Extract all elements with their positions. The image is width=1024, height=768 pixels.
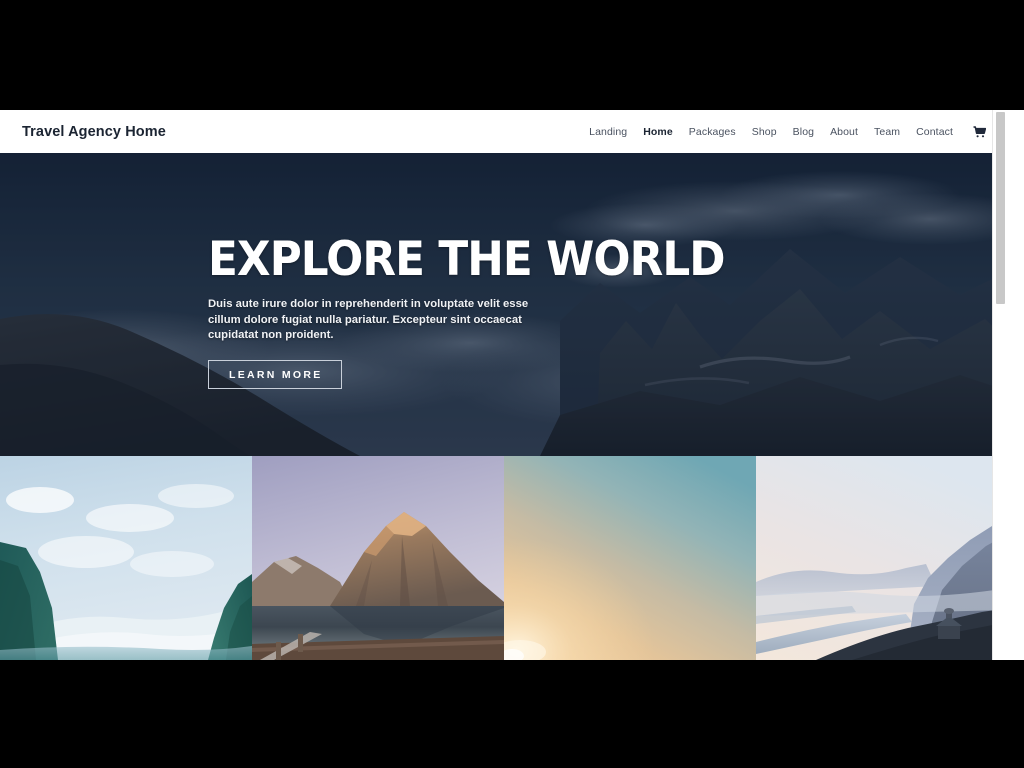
- nav-item-packages[interactable]: Packages: [689, 126, 736, 138]
- screen: Travel Agency Home Landing Home Packages…: [0, 0, 1024, 768]
- nav-item-team[interactable]: Team: [874, 126, 900, 138]
- webpage-viewport: Travel Agency Home Landing Home Packages…: [0, 110, 1024, 660]
- site-brand[interactable]: Travel Agency Home: [22, 124, 166, 140]
- gallery-item-river-gorge-vista[interactable]: [756, 456, 1008, 660]
- nav-item-contact[interactable]: Contact: [916, 126, 953, 138]
- nav-item-blog[interactable]: Blog: [793, 126, 814, 138]
- hero-title: EXPLORE THE WORLD: [208, 232, 726, 287]
- gallery-item-sunset-sky-gradient[interactable]: [504, 456, 756, 660]
- nav-item-about[interactable]: About: [830, 126, 858, 138]
- hero-content: EXPLORE THE WORLD Duis aute irure dolor …: [208, 235, 848, 389]
- main-navigation: Landing Home Packages Shop Blog About Te…: [589, 126, 986, 138]
- gallery-item-turquoise-lake-glacier[interactable]: [0, 456, 252, 660]
- learn-more-button[interactable]: LEARN MORE: [208, 359, 342, 389]
- photo-gallery: [0, 456, 1008, 660]
- scrollbar-thumb[interactable]: [996, 112, 1005, 304]
- hero-subtitle: Duis aute irure dolor in reprehenderit i…: [208, 298, 529, 341]
- nav-item-home[interactable]: Home: [643, 126, 673, 138]
- vertical-scrollbar[interactable]: [992, 110, 1008, 660]
- site-header: Travel Agency Home Landing Home Packages…: [0, 110, 1008, 153]
- shopping-cart-icon[interactable]: [973, 125, 986, 138]
- webpage-content: Travel Agency Home Landing Home Packages…: [0, 110, 1008, 660]
- nav-item-shop[interactable]: Shop: [752, 126, 777, 138]
- hero-section: EXPLORE THE WORLD Duis aute irure dolor …: [0, 153, 1008, 456]
- nav-item-landing[interactable]: Landing: [589, 126, 627, 138]
- gallery-item-mountain-reflection-lake[interactable]: [252, 456, 504, 660]
